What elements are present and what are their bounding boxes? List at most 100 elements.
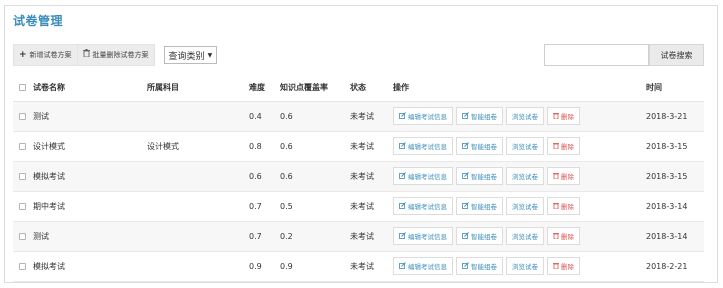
add-exam-plan-button[interactable]: + 新增试卷方案 xyxy=(13,44,78,66)
smart-compose-label: 智能组卷 xyxy=(471,173,497,181)
browse-paper-button[interactable]: 浏览试卷 xyxy=(506,167,544,185)
delete-label: 删除 xyxy=(561,173,574,181)
cell-status: 未考试 xyxy=(350,261,374,271)
edit-exam-info-button[interactable]: 编辑考试信息 xyxy=(393,137,453,155)
delete-label: 删除 xyxy=(561,263,574,271)
trash-icon xyxy=(553,232,559,241)
browse-paper-button[interactable]: 浏览试卷 xyxy=(506,197,544,215)
browse-paper-button[interactable]: 浏览试卷 xyxy=(506,257,544,275)
smart-compose-button[interactable]: 智能组卷 xyxy=(456,227,503,245)
browse-paper-label: 浏览试卷 xyxy=(512,203,538,211)
chevron-down-icon: ▼ xyxy=(207,51,213,59)
cell-time: 2018-3-15 xyxy=(646,171,688,181)
browse-paper-button[interactable]: 浏览试卷 xyxy=(506,107,544,125)
column-header-time: 时间 xyxy=(646,83,662,93)
search-button[interactable]: 试卷搜索 xyxy=(649,44,704,66)
cell-name: 模拟考试 xyxy=(33,261,65,271)
edit-icon xyxy=(399,231,406,241)
smart-compose-button[interactable]: 智能组卷 xyxy=(456,107,503,125)
smart-compose-button[interactable]: 智能组卷 xyxy=(456,167,503,185)
delete-button[interactable]: 删除 xyxy=(547,257,580,275)
row-actions: 编辑考试信息 智能组卷 浏览试卷 删除 xyxy=(393,167,646,185)
category-select[interactable]: 查询类别 ▼ xyxy=(163,46,218,64)
cell-status: 未考试 xyxy=(350,141,374,151)
row-checkbox[interactable] xyxy=(19,112,26,120)
search-input[interactable] xyxy=(544,44,649,66)
delete-button[interactable]: 删除 xyxy=(547,197,580,215)
edit-exam-info-label: 编辑考试信息 xyxy=(408,143,447,151)
edit-icon xyxy=(399,171,406,181)
trash-icon xyxy=(82,44,90,66)
column-header-name: 试卷名称 xyxy=(33,83,65,93)
smart-compose-label: 智能组卷 xyxy=(471,203,497,211)
cell-difficulty: 0.7 xyxy=(249,231,262,241)
add-exam-plan-label: 新增试卷方案 xyxy=(29,51,72,59)
table-row: 设计模式 设计模式 0.8 0.6 未考试 编辑考试信息 智能组卷 浏览试卷 删除 2018-3-… xyxy=(13,131,704,161)
cell-time: 2018-2-21 xyxy=(646,261,688,271)
column-header-difficulty: 难度 xyxy=(249,83,265,93)
cell-subject xyxy=(147,161,249,191)
edit-icon xyxy=(462,201,469,211)
delete-label: 删除 xyxy=(561,143,574,151)
smart-compose-label: 智能组卷 xyxy=(471,143,497,151)
cell-difficulty: 0.9 xyxy=(249,261,262,271)
cell-time: 2018-3-15 xyxy=(646,141,688,151)
edit-icon xyxy=(462,261,469,271)
delete-button[interactable]: 删除 xyxy=(547,107,580,125)
select-all-checkbox[interactable] xyxy=(19,84,26,92)
edit-exam-info-label: 编辑考试信息 xyxy=(408,233,447,241)
smart-compose-button[interactable]: 智能组卷 xyxy=(456,197,503,215)
table-row: 测试 0.4 0.6 未考试 编辑考试信息 智能组卷 浏览试卷 删除 2018-3-21 xyxy=(13,101,704,131)
toolbar: + 新增试卷方案 批量删除试卷方案 查询类别 ▼ xyxy=(13,44,218,66)
plus-icon: + xyxy=(19,50,27,60)
trash-icon xyxy=(553,112,559,121)
row-actions: 编辑考试信息 智能组卷 浏览试卷 删除 xyxy=(393,227,646,245)
batch-delete-button[interactable]: 批量删除试卷方案 xyxy=(77,44,155,66)
row-checkbox[interactable] xyxy=(19,172,26,180)
cell-status: 未考试 xyxy=(350,171,374,181)
delete-button[interactable]: 删除 xyxy=(547,137,580,155)
category-select-value: 查询类别 xyxy=(168,51,205,62)
delete-button[interactable]: 删除 xyxy=(547,167,580,185)
cell-status: 未考试 xyxy=(350,111,374,121)
cell-coverage: 0.9 xyxy=(280,261,293,271)
cell-subject xyxy=(147,101,249,131)
row-checkbox[interactable] xyxy=(19,262,26,270)
edit-exam-info-button[interactable]: 编辑考试信息 xyxy=(393,227,453,245)
edit-exam-info-button[interactable]: 编辑考试信息 xyxy=(393,107,453,125)
edit-exam-info-label: 编辑考试信息 xyxy=(408,173,447,181)
table-header-row: 试卷名称 所属科目 难度 知识点覆盖率 状态 操作 时间 xyxy=(13,75,704,101)
browse-paper-label: 浏览试卷 xyxy=(512,233,538,241)
edit-exam-info-button[interactable]: 编辑考试信息 xyxy=(393,197,453,215)
browse-paper-button[interactable]: 浏览试卷 xyxy=(506,227,544,245)
cell-time: 2018-3-14 xyxy=(646,201,688,211)
edit-exam-info-button[interactable]: 编辑考试信息 xyxy=(393,257,453,275)
delete-button[interactable]: 删除 xyxy=(547,227,580,245)
cell-subject xyxy=(147,221,249,251)
cell-coverage: 0.5 xyxy=(280,201,293,211)
row-checkbox[interactable] xyxy=(19,232,26,240)
row-checkbox[interactable] xyxy=(19,202,26,210)
cell-difficulty: 0.7 xyxy=(249,201,262,211)
cell-name: 设计模式 xyxy=(33,141,65,151)
edit-exam-info-label: 编辑考试信息 xyxy=(408,113,447,121)
cell-difficulty: 0.6 xyxy=(249,171,262,181)
cell-subject: 设计模式 xyxy=(147,141,179,151)
smart-compose-button[interactable]: 智能组卷 xyxy=(456,137,503,155)
edit-icon xyxy=(399,201,406,211)
smart-compose-button[interactable]: 智能组卷 xyxy=(456,257,503,275)
row-actions: 编辑考试信息 智能组卷 浏览试卷 删除 xyxy=(393,107,646,125)
cell-subject xyxy=(147,251,249,281)
smart-compose-label: 智能组卷 xyxy=(471,263,497,271)
edit-icon xyxy=(399,111,406,121)
browse-paper-label: 浏览试卷 xyxy=(512,173,538,181)
edit-exam-info-button[interactable]: 编辑考试信息 xyxy=(393,167,453,185)
browse-paper-button[interactable]: 浏览试卷 xyxy=(506,137,544,155)
trash-icon xyxy=(553,172,559,181)
edit-exam-info-label: 编辑考试信息 xyxy=(408,263,447,271)
smart-compose-label: 智能组卷 xyxy=(471,233,497,241)
table-row: 模拟考试 0.9 0.9 未考试 编辑考试信息 智能组卷 浏览试卷 删除 2018-2-21 xyxy=(13,251,704,281)
table-row: 测试 0.7 0.2 未考试 编辑考试信息 智能组卷 浏览试卷 删除 2018-3-14 xyxy=(13,221,704,251)
row-checkbox[interactable] xyxy=(19,142,26,150)
row-actions: 编辑考试信息 智能组卷 浏览试卷 删除 xyxy=(393,197,646,215)
